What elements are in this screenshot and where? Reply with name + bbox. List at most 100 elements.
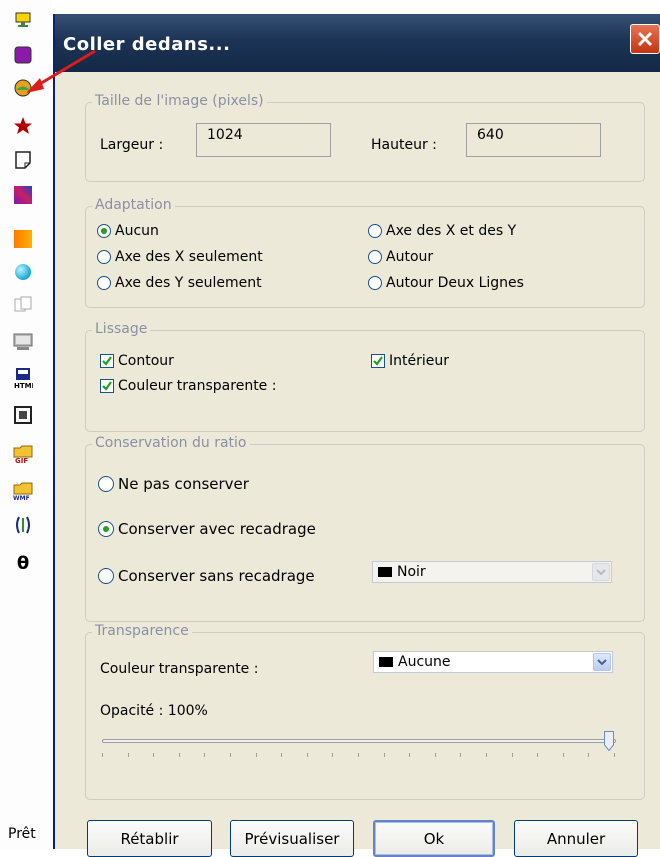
slider-tick xyxy=(614,753,615,757)
slider-track xyxy=(102,739,616,743)
chevron-down-icon[interactable] xyxy=(593,653,611,671)
transparency-group: Transparence Couleur transparente : Aucu… xyxy=(85,623,645,800)
transparency-color-select[interactable]: Aucune xyxy=(373,651,613,673)
cancel-button[interactable]: Annuler xyxy=(514,820,638,857)
slider-tick xyxy=(178,753,180,757)
frame-icon[interactable] xyxy=(11,403,35,427)
checkmark-icon xyxy=(100,354,114,368)
ratio-option-keep-without-crop[interactable]: Conserver sans recadrage xyxy=(98,567,315,585)
smoothing-group: Lissage Contour Intérieur Couleur transp… xyxy=(85,321,645,432)
slider-tick xyxy=(204,753,206,757)
slider-tick xyxy=(153,753,155,757)
radio-label: Autour Deux Lignes xyxy=(386,275,524,291)
checkmark-icon xyxy=(371,354,385,368)
slider-tick xyxy=(383,753,385,757)
image-size-group: Taille de l'image (pixels) Largeur : 102… xyxy=(85,93,645,182)
opacity-label: Opacité : 100% xyxy=(100,703,208,719)
dialog-titlebar[interactable]: Coller dedans... xyxy=(55,14,660,72)
html-icon[interactable]: HTML xyxy=(11,366,35,390)
star-icon[interactable] xyxy=(11,114,35,138)
slider-tick xyxy=(281,753,283,757)
theta-icon[interactable]: θ xyxy=(11,551,35,575)
slider-tick xyxy=(409,753,411,757)
left-toolbar: HTML GIF WMF θ xyxy=(0,0,52,849)
ratio-legend: Conservation du ratio xyxy=(92,435,250,451)
ok-button[interactable]: Ok xyxy=(373,820,495,857)
radio-label: Axe des X seulement xyxy=(115,249,263,265)
status-text: Prêt xyxy=(8,826,36,842)
transparent-color-checkbox[interactable]: Couleur transparente : xyxy=(100,378,276,394)
contour-checkbox[interactable]: Contour xyxy=(100,353,174,369)
slider-tick xyxy=(230,753,231,757)
transparent-color-label: Couleur transparente : xyxy=(100,661,259,677)
slider-tick xyxy=(306,753,308,757)
slider-tick xyxy=(434,753,436,757)
opacity-slider[interactable] xyxy=(102,729,616,765)
radio-indicator xyxy=(98,521,114,537)
color-swatch xyxy=(379,657,393,667)
select-value: Aucune xyxy=(398,654,451,670)
sphere-icon[interactable] xyxy=(11,260,35,284)
radio-indicator xyxy=(98,476,114,492)
slider-tick xyxy=(486,753,487,757)
radio-indicator xyxy=(368,224,382,238)
adaptation-option-none[interactable]: Aucun xyxy=(97,223,159,239)
ratio-color-select[interactable]: Noir xyxy=(372,561,612,583)
reset-button[interactable]: Rétablir xyxy=(87,820,212,857)
radio-label: Autour xyxy=(386,249,434,265)
radio-indicator xyxy=(368,250,382,264)
checkbox-label: Contour xyxy=(118,353,174,369)
adaptation-group: Adaptation Aucun Axe des X et des Y Axe … xyxy=(85,197,645,308)
close-button[interactable] xyxy=(630,24,660,54)
wmf-folder-icon[interactable]: WMF xyxy=(11,478,35,502)
smoothing-legend: Lissage xyxy=(92,321,151,337)
square-icon[interactable] xyxy=(11,43,35,67)
adaptation-option-around-two-lines[interactable]: Autour Deux Lignes xyxy=(368,275,524,291)
ratio-option-dont-keep[interactable]: Ne pas conserver xyxy=(98,475,249,493)
paste-into-dialog: Coller dedans... Taille de l'image (pixe… xyxy=(53,14,660,857)
gradient-icon[interactable] xyxy=(11,183,35,207)
ratio-group: Conservation du ratio Ne pas conserver C… xyxy=(85,435,645,622)
radio-indicator xyxy=(97,250,111,264)
ratio-option-keep-with-crop[interactable]: Conserver avec recadrage xyxy=(98,520,316,538)
orange-rect-icon[interactable] xyxy=(11,227,35,251)
preview-button[interactable]: Prévisualiser xyxy=(230,820,354,857)
width-label: Largeur : xyxy=(100,137,164,153)
width-field[interactable]: 1024 xyxy=(196,123,331,157)
color-swatch xyxy=(378,567,392,577)
slider-tick xyxy=(127,753,129,757)
slider-tick xyxy=(460,753,462,757)
note-icon[interactable] xyxy=(11,148,35,172)
radio-indicator xyxy=(97,224,111,238)
radio-label: Conserver avec recadrage xyxy=(118,520,316,538)
radio-label: Axe des Y seulement xyxy=(115,275,262,291)
svg-text:GIF: GIF xyxy=(15,457,28,464)
slider-tick xyxy=(537,753,539,757)
copy-icon[interactable] xyxy=(11,293,35,317)
height-label: Hauteur : xyxy=(371,137,437,153)
adaptation-option-around[interactable]: Autour xyxy=(368,249,433,265)
adaptation-option-xy[interactable]: Axe des X et des Y xyxy=(368,223,516,239)
checkbox-label: Couleur transparente : xyxy=(118,378,277,394)
height-field[interactable]: 640 xyxy=(466,123,601,157)
slider-tick xyxy=(588,753,590,757)
radio-indicator xyxy=(98,568,114,584)
interior-checkbox[interactable]: Intérieur xyxy=(371,353,449,369)
adaptation-option-y-only[interactable]: Axe des Y seulement xyxy=(97,275,262,291)
radio-indicator xyxy=(368,276,382,290)
transparency-legend: Transparence xyxy=(92,623,192,639)
bracket-icon[interactable] xyxy=(11,513,35,537)
slider-thumb[interactable] xyxy=(604,731,614,751)
close-icon xyxy=(637,31,653,47)
image-size-legend: Taille de l'image (pixels) xyxy=(92,93,267,109)
radio-label: Aucun xyxy=(115,223,159,239)
chevron-down-icon[interactable] xyxy=(592,563,610,581)
checkbox-label: Intérieur xyxy=(389,353,449,369)
screenshot-icon[interactable] xyxy=(11,330,35,354)
adaptation-option-x-only[interactable]: Axe des X seulement xyxy=(97,249,263,265)
circle-image-icon[interactable] xyxy=(11,76,35,100)
radio-indicator xyxy=(97,276,111,290)
gif-folder-icon[interactable]: GIF xyxy=(11,441,35,465)
monitor-icon[interactable] xyxy=(11,8,35,32)
radio-label: Conserver sans recadrage xyxy=(118,567,315,585)
